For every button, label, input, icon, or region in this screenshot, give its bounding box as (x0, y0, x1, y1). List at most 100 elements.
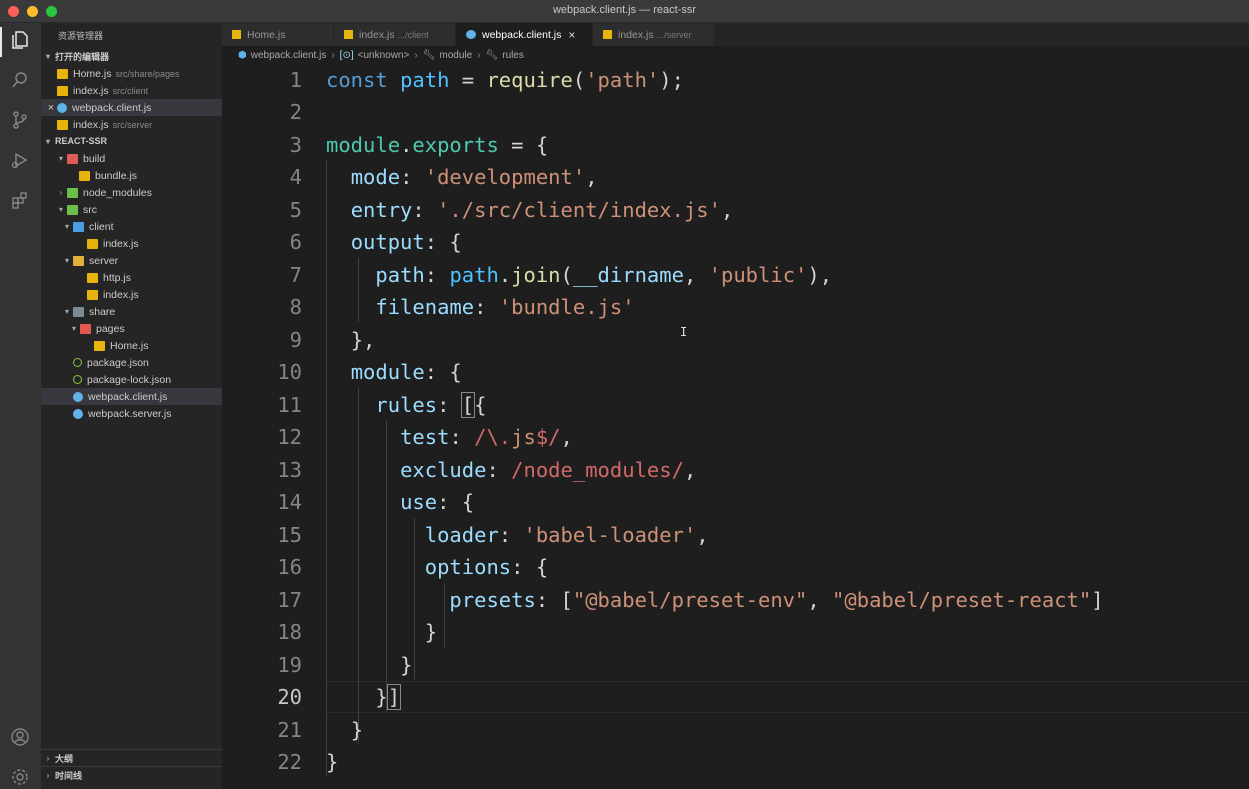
timeline-header[interactable]: › 时间线 (41, 766, 222, 783)
code-line: 7 path: path.join(__dirname, 'public'), (289, 263, 833, 287)
title-bar: webpack.client.js — react-ssr (0, 0, 1249, 23)
tree-folder-build[interactable]: ▾ build (41, 150, 236, 167)
search-icon[interactable] (9, 69, 31, 91)
webpack-file-icon (466, 30, 476, 39)
close-icon[interactable]: × (568, 28, 575, 42)
npm-file-icon (73, 358, 82, 367)
run-debug-icon[interactable] (9, 149, 31, 171)
chevron-down-icon: ▾ (45, 136, 50, 146)
code-line: 19 } (277, 653, 413, 677)
code-line: 3 module.exports = { (289, 133, 549, 157)
files-icon[interactable] (9, 29, 31, 51)
code-line: 8 filename: 'bundle.js' (289, 295, 635, 319)
tree-folder-src[interactable]: ▾ src (41, 201, 236, 218)
tab-home-js[interactable]: Home.js (222, 23, 334, 46)
folder-icon (80, 323, 91, 334)
tab-index-client[interactable]: Home.js index.js .../client (334, 23, 456, 46)
code-line: 12 test: /\.js$/, (277, 425, 573, 449)
open-editor-item[interactable]: index.js src/client (41, 82, 238, 99)
breadcrumb-file[interactable]: webpack.client.js (251, 50, 327, 61)
tab-index-server[interactable]: index.js .../server (593, 23, 715, 46)
code-line: 14 use: { (277, 490, 475, 514)
chevron-down-icon: ▾ (45, 51, 50, 61)
tree-folder-client[interactable]: ▾ client (41, 218, 242, 235)
code-line: 6 output: { (289, 230, 462, 254)
source-control-icon[interactable] (9, 109, 31, 131)
open-editor-item[interactable]: index.js src/server (41, 116, 238, 133)
chevron-down-icon: ▾ (58, 154, 63, 163)
js-file-icon (603, 30, 612, 39)
window-title: webpack.client.js — react-ssr (552, 4, 697, 16)
js-file-icon (87, 238, 98, 249)
chevron-right-icon: › (59, 188, 63, 197)
chevron-down-icon: ▾ (71, 324, 76, 333)
js-file-icon (57, 119, 68, 130)
code-line-current: 20 }] (277, 684, 402, 710)
folder-icon (67, 153, 78, 164)
settings-gear-icon[interactable] (9, 766, 31, 788)
js-file-icon (57, 85, 68, 96)
chevron-down-icon: ▾ (64, 307, 69, 316)
tab-webpack-client[interactable]: webpack.client.js × (456, 23, 593, 46)
code-line: 1 const path = require('path'); (289, 68, 684, 92)
code-line: 18 } (277, 620, 438, 644)
project-header[interactable]: ▾ REACT-SSR (41, 133, 222, 149)
editor-tabs: Home.js Home.js index.js .../client webp… (222, 23, 1249, 46)
explorer-title: 资源管理器 (58, 31, 104, 41)
extensions-icon[interactable] (9, 189, 31, 211)
chevron-right-icon: › (477, 49, 481, 61)
activity-active-indicator (0, 27, 2, 57)
code-line: 11 rules: [{ (277, 392, 487, 418)
open-editor-item-active[interactable]: × webpack.client.js (41, 99, 226, 116)
code-line: 10 module: { (277, 360, 462, 384)
code-line: 13 exclude: /node_modules/, (277, 458, 697, 482)
code-line: 2 (289, 100, 302, 124)
variable-icon: [⊙] (339, 49, 354, 61)
breadcrumb-item[interactable]: module (439, 50, 472, 61)
folder-icon (73, 221, 84, 232)
open-editors-header[interactable]: ▾ 打开的编辑器 (41, 48, 222, 64)
code-line: 17 presets: ["@babel/preset-env", "@babe… (277, 588, 1104, 612)
webpack-file-icon (73, 391, 83, 402)
js-file-icon (87, 272, 98, 283)
js-file-icon (232, 30, 241, 39)
folder-icon (67, 187, 78, 198)
tree-folder-node-modules[interactable]: › node_modules (41, 184, 236, 201)
code-line: 21 } (277, 718, 364, 742)
npm-file-icon (73, 375, 82, 384)
chevron-right-icon: › (331, 49, 335, 61)
chevron-down-icon: ▾ (58, 205, 63, 214)
code-line: 9 }, (289, 328, 376, 352)
wrench-icon: 🔧︎ (422, 49, 436, 61)
tree-folder-server[interactable]: ▾ server (41, 252, 242, 269)
breadcrumb-item[interactable]: rules (502, 50, 524, 61)
chevron-right-icon: › (414, 49, 418, 61)
activity-bar (0, 23, 41, 789)
webpack-file-icon (57, 102, 67, 113)
code-editor[interactable]: 1 const path = require('path'); 2 3 module… (222, 64, 1249, 789)
breadcrumb: ⬢ webpack.client.js › [⊙] <unknown> › 🔧︎… (222, 46, 1249, 64)
folder-icon (67, 204, 78, 215)
chevron-right-icon: › (46, 770, 50, 780)
wrench-icon: 🔧︎ (485, 49, 499, 61)
js-file-icon (344, 30, 353, 39)
tree-folder-pages[interactable]: ▾ pages (41, 320, 249, 337)
account-icon[interactable] (9, 726, 31, 748)
code-line: 16 options: { (277, 555, 549, 579)
code-line: 5 entry: './src/client/index.js', (289, 198, 734, 222)
close-icon[interactable]: × (45, 102, 57, 114)
outline-header[interactable]: › 大纲 (41, 749, 222, 766)
js-file-icon (87, 289, 98, 300)
breadcrumb-item[interactable]: <unknown> (358, 50, 410, 61)
code-line: 15 loader: 'babel-loader', (277, 523, 709, 547)
chevron-right-icon: › (46, 753, 50, 763)
js-file-icon (79, 170, 90, 181)
code-line: 4 mode: 'development', (289, 165, 598, 189)
tree-folder-share[interactable]: ▾ share (41, 303, 242, 320)
open-editor-item[interactable]: Home.js src/share/pages (41, 65, 238, 82)
webpack-file-icon (73, 408, 83, 419)
chevron-down-icon: ▾ (64, 222, 69, 231)
js-file-icon (57, 68, 68, 79)
webpack-file-icon: ⬢ (238, 49, 247, 61)
code-line: 22} (277, 750, 339, 774)
